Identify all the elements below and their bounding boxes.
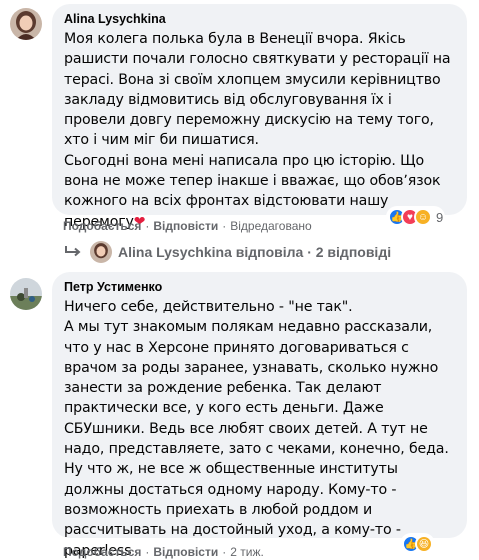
view-replies-text[interactable]: Alina Lysychkina відповіла · 2 відповіді [118, 244, 391, 260]
avatar-alina[interactable] [10, 8, 42, 40]
comment-bubble-petr: Петр Устименко Ничего себе, действительн… [52, 272, 467, 559]
like-button[interactable]: Подобається [63, 219, 141, 233]
avatar-petr[interactable] [10, 278, 42, 310]
like-button[interactable]: Подобається [63, 545, 141, 559]
comment-paragraph: Моя колега полька була в Венеції вчора. … [64, 31, 451, 149]
reactions-summary[interactable]: 👍 😆 [400, 533, 435, 555]
avatar-alina-small [90, 241, 112, 263]
reply-arrow-icon [65, 246, 81, 257]
comment-petr: Петр Устименко Ничего себе, действительн… [0, 268, 479, 560]
avatar-petr-image [10, 278, 42, 310]
view-replies-link[interactable]: Alina Lysychkina відповіла · 2 відповіді [64, 241, 391, 263]
comment-author-name[interactable]: Петр Устименко [64, 279, 455, 295]
comment-paragraph: А мы тут знакомым полякам недавно расска… [64, 319, 449, 559]
comment-author-name[interactable]: Alina Lysychkina [64, 11, 455, 27]
reply-button[interactable]: Відповісти [153, 545, 218, 559]
care-icon: ☺ [414, 208, 432, 226]
comment-text: Моя колега полька була в Венеції вчора. … [64, 29, 455, 232]
reply-button[interactable]: Відповісти [153, 219, 218, 233]
reaction-count: 9 [436, 209, 444, 225]
timestamp[interactable]: 2 тиж. [230, 545, 264, 559]
haha-icon: 😆 [415, 535, 433, 553]
avatar-alina-image [10, 8, 42, 40]
comment-actions: Подобається · Відповісти · 2 тиж. [63, 545, 264, 559]
comment-alina: Alina Lysychkina Моя колега полька була … [0, 0, 479, 263]
comment-paragraph: Ничего себе, действительно - "не так". [64, 299, 353, 315]
comment-actions: Подобається · Відповісти · Відредаговано [63, 219, 312, 233]
comment-text: Ничего себе, действительно - "не так". А… [64, 297, 455, 560]
comment-bubble-alina: Alina Lysychkina Моя колега полька була … [52, 4, 467, 230]
edited-label[interactable]: Відредаговано [230, 219, 311, 233]
reactions-summary[interactable]: 👍 ♥ ☺ 9 [386, 206, 446, 228]
